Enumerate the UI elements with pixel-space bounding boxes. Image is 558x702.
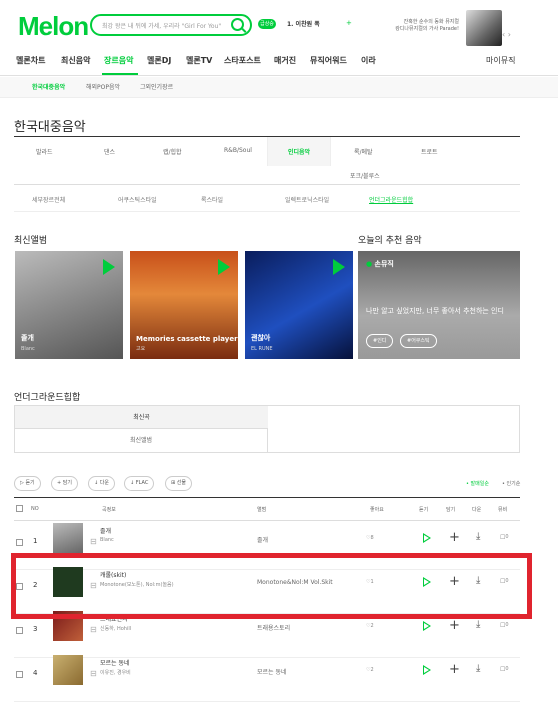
genre-trot[interactable]: 트로트	[421, 147, 438, 156]
song-info-icon[interactable]: ⊟	[90, 537, 97, 546]
nav-genre[interactable]: 장르음악	[104, 55, 133, 66]
nav-latest[interactable]: 최신음악	[61, 55, 90, 66]
like-button[interactable]: ♡ 8	[366, 535, 374, 541]
subgenre-electronic[interactable]: 일렉트로닉스타일	[285, 195, 329, 204]
flac-button[interactable]: ↓ FLAC	[124, 476, 155, 491]
main-nav: 멜론차트 최신음악 장르음악 멜론DJ 멜론TV 스타포스트 매거진 뮤직어워드…	[0, 52, 558, 76]
subnav-others[interactable]: 그외인기장르	[140, 82, 173, 91]
hot-keyword[interactable]: 1. 이찬원 폭	[287, 19, 320, 28]
nav-active-bar	[102, 73, 138, 75]
download-icon[interactable]: ⤓	[476, 531, 480, 542]
gift-button[interactable]: ⊞ 선물	[165, 476, 192, 491]
album-cover[interactable]	[53, 655, 83, 685]
nav-dj[interactable]: 멜론DJ	[147, 55, 171, 66]
like-button[interactable]: ♡ 2	[366, 667, 374, 673]
mv-icon[interactable]: ☐ 0	[500, 666, 509, 673]
recommendation-card[interactable]: ● 손뮤직 나만 알고 싶었지만, 너무 좋아서 추천하는 인디 #인디 #어쿠…	[358, 251, 520, 359]
play-icon[interactable]	[423, 533, 431, 543]
genre-hiphop[interactable]: 랩/힙합	[163, 147, 182, 156]
add-button[interactable]: + 담기	[51, 476, 78, 491]
genre-grid: 발라드 댄스 랩/힙합 R&B/Soul 인디음악 록/메탈 트로트 포크/블루…	[14, 136, 520, 185]
album-card[interactable]: 괜찮아 EL RUNE	[245, 251, 353, 359]
download-icon[interactable]: ⤓	[476, 663, 480, 674]
album-cover[interactable]	[53, 523, 83, 553]
mv-icon[interactable]: ☐ 0	[500, 534, 509, 541]
play-icon[interactable]	[423, 665, 431, 675]
promo-text[interactable]: 잔혹한 순수의 동화 뮤지컬 캉디나뮤지컬의 가사 Parade!	[395, 19, 459, 33]
search-icon[interactable]	[231, 18, 244, 31]
subgenre-all[interactable]: 세부장르전체	[32, 195, 65, 204]
search-placeholder: 최강 왕은 내 뒤에 가세, 우리라 "Girl For You"	[102, 23, 222, 30]
play-icon[interactable]	[333, 259, 345, 275]
album-card[interactable]: Memories cassette player 고요	[130, 251, 238, 359]
add-icon[interactable]: +	[449, 662, 460, 677]
song-info-icon[interactable]: ⊟	[90, 625, 97, 634]
add-icon[interactable]: +	[449, 530, 460, 545]
play-icon[interactable]	[218, 259, 230, 275]
genre-indie[interactable]: 인디음악	[288, 147, 310, 156]
mv-icon[interactable]: ☐ 0	[500, 622, 509, 629]
subnav-korean[interactable]: 한국대중음악	[32, 82, 65, 91]
sort-popular[interactable]: • 인기순	[502, 480, 520, 487]
genre-rnb[interactable]: R&B/Soul	[224, 147, 252, 154]
page-title: 한국대중음악	[14, 120, 86, 135]
promo-image[interactable]	[466, 10, 502, 46]
rec-tag[interactable]: #인디	[366, 334, 394, 348]
list-toolbar: ▷ 듣기 + 담기 ↓ 다운 ↓ FLAC ⊞ 선물 • 발매일순 • 인기순	[14, 476, 520, 492]
genre-sub-tabs: 세부장르전체 어쿠스틱스타일 록스타일 일렉트로닉스타일 언더그라운드힙합	[14, 192, 520, 212]
genre-dance[interactable]: 댄스	[104, 147, 115, 156]
row-checkbox[interactable]	[16, 627, 23, 634]
melon-logo[interactable]: Melon	[18, 11, 89, 42]
realtime-badge: 급상승	[258, 19, 276, 29]
play-all-button[interactable]: ▷ 듣기	[14, 476, 41, 491]
subgenre-acoustic[interactable]: 어쿠스틱스타일	[118, 195, 157, 204]
section-today-rec: 오늘의 추천 음악	[358, 236, 422, 246]
rec-user[interactable]: ● 손뮤직	[366, 259, 394, 269]
genre-rock[interactable]: 록/메탈	[354, 147, 373, 156]
album-card[interactable]: 졸개 Blanc	[15, 251, 123, 359]
rec-tag[interactable]: #어쿠스틱	[400, 334, 437, 348]
sub-nav: 한국대중음악 해외POP음악 그외인기장르	[0, 77, 558, 98]
sort-date[interactable]: • 발매일순	[466, 480, 489, 487]
nav-melon-chart[interactable]: 멜론차트	[16, 55, 45, 66]
section-latest-album: 최신앨범	[14, 236, 48, 246]
subnav-pop[interactable]: 해외POP음악	[86, 82, 120, 91]
row-checkbox[interactable]	[16, 539, 23, 546]
highlight-box	[11, 553, 532, 619]
rec-text: 나만 알고 싶었지만, 너무 좋아서 추천하는 인디	[366, 307, 504, 315]
subgenre-rock[interactable]: 록스타일	[201, 195, 223, 204]
underground-tabs: 최신곡 최신앨범	[14, 405, 520, 453]
subgenre-underground[interactable]: 언더그라운드힙합	[369, 195, 413, 204]
promo-arrows[interactable]: ‹ ›	[502, 30, 511, 39]
nav-mymusic[interactable]: 마이뮤직	[486, 55, 515, 66]
nav-magazine[interactable]: 매거진	[274, 55, 296, 66]
play-icon[interactable]	[423, 621, 431, 631]
play-icon[interactable]	[103, 259, 115, 275]
nav-more[interactable]: 이라	[361, 55, 376, 66]
plus-dot-icon: +	[346, 19, 352, 27]
genre-folk[interactable]: 포크/블루스	[350, 171, 380, 180]
section-underground: 언더그라운드힙합	[14, 393, 81, 403]
nav-award[interactable]: 뮤직어워드	[310, 55, 347, 66]
like-button[interactable]: ♡ 2	[366, 623, 374, 629]
tab-latest-songs[interactable]: 최신곡	[15, 406, 268, 429]
nav-starpost[interactable]: 스타포스트	[224, 55, 261, 66]
nav-tv[interactable]: 멜론TV	[186, 55, 212, 66]
download-icon[interactable]: ⤓	[476, 619, 480, 630]
add-icon[interactable]: +	[449, 618, 460, 633]
genre-ballad[interactable]: 발라드	[36, 147, 53, 156]
tab-latest-albums[interactable]: 최신앨범	[15, 429, 268, 453]
table-row[interactable]: 4 ⊟ 모르는 동네 이유진, 경우비 모르는 동네 ♡ 2 + ⤓ ☐ 0	[14, 648, 520, 702]
download-button[interactable]: ↓ 다운	[88, 476, 115, 491]
search-input[interactable]: 최강 왕은 내 뒤에 가세, 우리라 "Girl For You"	[90, 14, 252, 36]
select-all-checkbox[interactable]	[16, 505, 23, 512]
